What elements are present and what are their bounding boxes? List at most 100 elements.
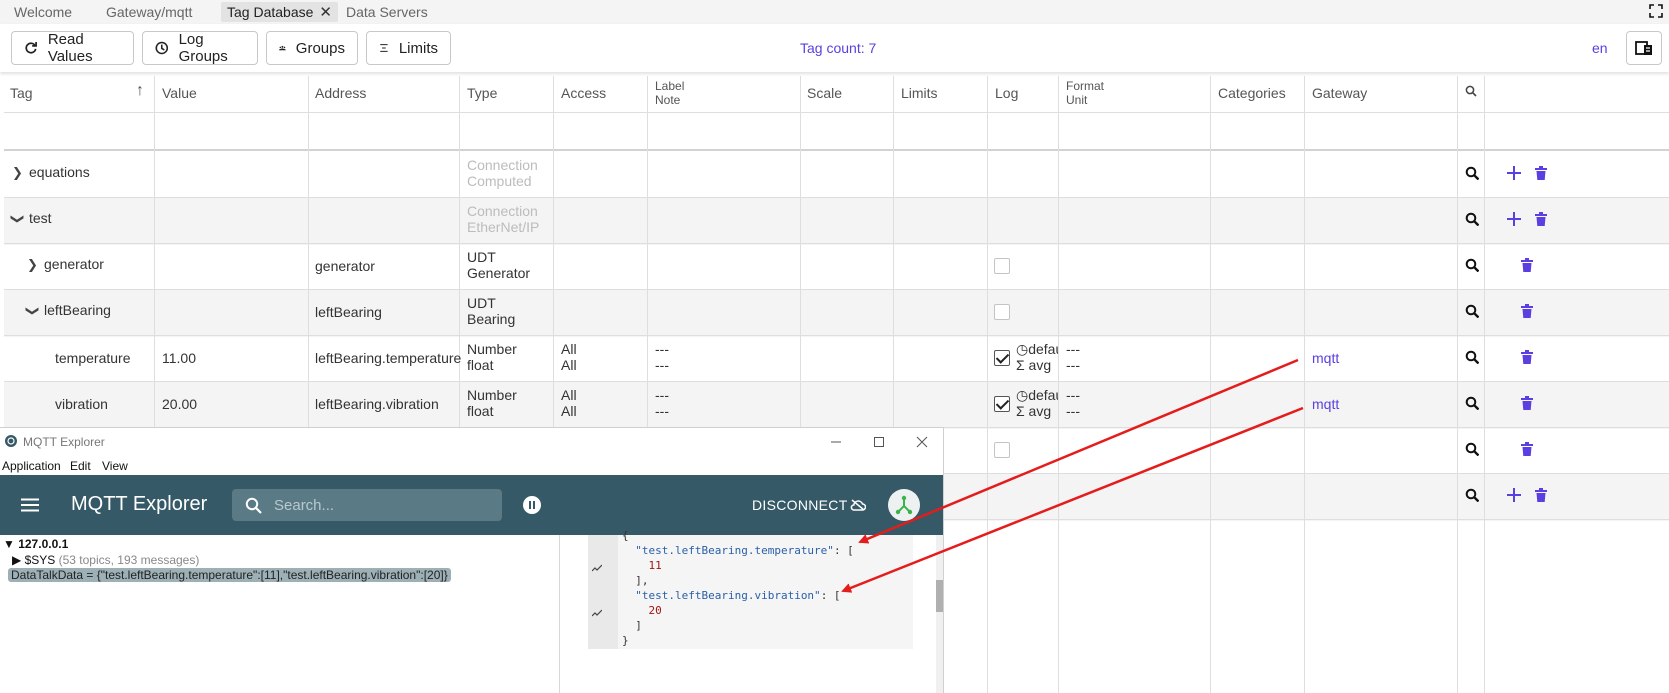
- datatalk-topic-node[interactable]: DataTalkData = {"test.leftBearing.temper…: [8, 568, 451, 582]
- header-label: Label: [655, 79, 685, 93]
- close-icon[interactable]: ✕: [319, 4, 332, 21]
- search-icon[interactable]: [1465, 304, 1479, 318]
- tag-name[interactable]: equations: [29, 164, 90, 180]
- search-icon[interactable]: [1465, 350, 1479, 364]
- log-checkbox[interactable]: [994, 258, 1010, 274]
- delete-icon[interactable]: [1521, 258, 1533, 272]
- header-label-note[interactable]: Label Note: [655, 79, 684, 107]
- header-gateway[interactable]: Gateway: [1312, 85, 1367, 101]
- log-checkbox[interactable]: [994, 442, 1010, 458]
- document-view-button[interactable]: [1626, 31, 1662, 65]
- limits-icon: [380, 44, 388, 52]
- scrollbar[interactable]: [936, 535, 943, 693]
- limits-button[interactable]: Limits: [366, 31, 451, 65]
- delete-icon[interactable]: [1535, 166, 1547, 180]
- topic-tree: ▼ 127.0.0.1 ▶ $SYS (53 topics, 193 messa…: [0, 535, 560, 693]
- chevron-down-icon[interactable]: ❯: [24, 306, 40, 317]
- search-icon[interactable]: [1465, 166, 1479, 180]
- header-unit: Unit: [1066, 93, 1088, 107]
- fullscreen-icon[interactable]: [1649, 4, 1663, 18]
- menu-view[interactable]: View: [102, 459, 128, 473]
- close-icon[interactable]: [916, 436, 928, 448]
- log-checkbox[interactable]: [994, 350, 1010, 366]
- delete-icon[interactable]: [1521, 304, 1533, 318]
- header-format-unit[interactable]: Format Unit: [1066, 79, 1104, 107]
- tab-gateway-mqtt[interactable]: Gateway/mqtt: [100, 2, 198, 22]
- tab-welcome[interactable]: Welcome: [8, 2, 78, 22]
- add-icon[interactable]: [1507, 166, 1521, 180]
- log-aggregate: avg: [1028, 357, 1052, 373]
- delete-icon[interactable]: [1535, 212, 1547, 226]
- log-checkbox[interactable]: [994, 304, 1010, 320]
- header-tag[interactable]: Tag: [10, 85, 33, 101]
- value-cell: 11.00: [162, 350, 196, 366]
- code-gutter: [588, 535, 618, 649]
- header-value[interactable]: Value: [162, 85, 197, 101]
- log-checkbox[interactable]: [994, 396, 1010, 412]
- search-icon[interactable]: [1465, 442, 1479, 456]
- type-cell: Connection Computed: [467, 157, 538, 189]
- type-line: Bearing: [467, 311, 516, 327]
- connection-avatar[interactable]: [887, 488, 921, 522]
- tab-label: Welcome: [14, 4, 73, 20]
- tab-data-servers[interactable]: Data Servers: [340, 2, 434, 22]
- search-icon[interactable]: [1465, 85, 1477, 97]
- tab-label: Data Servers: [346, 4, 428, 20]
- chevron-right-icon[interactable]: ❯: [27, 257, 38, 273]
- sigma-icon: Σ: [1016, 357, 1029, 373]
- search-icon[interactable]: [1465, 258, 1479, 272]
- access-line: All: [561, 403, 577, 419]
- chevron-right-icon[interactable]: ❯: [12, 165, 23, 181]
- tag-name[interactable]: vibration: [55, 396, 108, 412]
- sys-topic-node[interactable]: ▶ $SYS (53 topics, 193 messages): [12, 553, 199, 567]
- header-address[interactable]: Address: [315, 85, 366, 101]
- hamburger-menu-icon[interactable]: [21, 498, 39, 512]
- menu-application[interactable]: Application: [2, 459, 61, 473]
- search-input[interactable]: [274, 496, 484, 514]
- tag-name[interactable]: test: [29, 210, 52, 226]
- chart-icon[interactable]: [592, 609, 602, 617]
- gateway-link[interactable]: mqtt: [1312, 350, 1339, 366]
- delete-icon[interactable]: [1535, 488, 1547, 502]
- delete-icon[interactable]: [1521, 350, 1533, 364]
- delete-icon[interactable]: [1521, 442, 1533, 456]
- log-cell: ◷defau Σ avg: [1016, 341, 1058, 373]
- divider: [1210, 76, 1211, 693]
- scrollbar-thumb[interactable]: [936, 580, 943, 612]
- search-icon[interactable]: [1465, 212, 1479, 226]
- sort-ascending-icon[interactable]: ↑: [136, 82, 144, 100]
- gateway-link[interactable]: mqtt: [1312, 396, 1339, 412]
- header-limits[interactable]: Limits: [901, 85, 938, 101]
- log-groups-button[interactable]: Log Groups: [142, 31, 258, 65]
- minimize-icon[interactable]: [830, 436, 842, 448]
- header-scale[interactable]: Scale: [807, 85, 842, 101]
- header-categories[interactable]: Categories: [1218, 85, 1286, 101]
- chevron-down-icon[interactable]: ❯: [9, 214, 25, 225]
- add-icon[interactable]: [1507, 212, 1521, 226]
- disconnect-button[interactable]: DISCONNECT: [752, 497, 848, 513]
- groups-button[interactable]: Groups: [266, 31, 358, 65]
- search-box[interactable]: [232, 489, 502, 521]
- tag-name[interactable]: leftBearing: [44, 302, 111, 318]
- maximize-icon[interactable]: [873, 436, 885, 448]
- header-access[interactable]: Access: [561, 85, 606, 101]
- language-selector[interactable]: en: [1592, 40, 1608, 56]
- pause-icon[interactable]: [522, 495, 542, 515]
- tag-name[interactable]: temperature: [55, 350, 130, 366]
- tab-tag-database[interactable]: Tag Database ✕: [221, 2, 338, 22]
- add-icon[interactable]: [1507, 488, 1521, 502]
- delete-icon[interactable]: [1521, 396, 1533, 410]
- header-log[interactable]: Log: [995, 85, 1018, 101]
- menu-edit[interactable]: Edit: [70, 459, 91, 473]
- broker-host-node[interactable]: ▼ 127.0.0.1: [3, 537, 68, 551]
- app-brand: MQTT Explorer: [71, 493, 208, 515]
- search-icon[interactable]: [1465, 396, 1479, 410]
- tag-name[interactable]: generator: [44, 256, 104, 272]
- search-icon[interactable]: [1465, 488, 1479, 502]
- value-cell: 20.00: [162, 396, 198, 412]
- window-titlebar: MQTT Explorer: [0, 428, 943, 456]
- chart-icon[interactable]: [592, 564, 602, 572]
- header-type[interactable]: Type: [467, 85, 497, 101]
- document-icon: [1635, 41, 1652, 55]
- read-values-button[interactable]: Read Values: [11, 31, 134, 65]
